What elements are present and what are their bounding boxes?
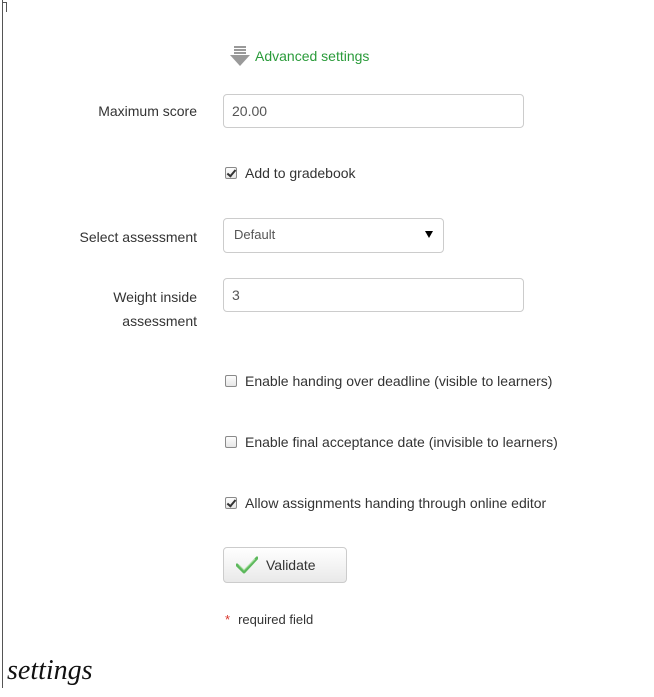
checkbox-unchecked-icon[interactable] [225, 375, 237, 387]
checkbox-unchecked-icon[interactable] [225, 436, 237, 448]
corner-tick-vertical [6, 2, 7, 12]
assessment-select-value: Default [234, 227, 276, 242]
validate-label: Validate [266, 557, 316, 573]
add-gradebook-checkbox[interactable]: Add to gradebook [225, 165, 356, 181]
add-gradebook-label: Add to gradebook [245, 165, 356, 181]
advanced-settings-link[interactable]: Advanced settings [229, 45, 369, 67]
checkbox-checked-icon[interactable] [225, 167, 237, 179]
weight-input[interactable] [223, 278, 524, 312]
required-text: required field [238, 612, 314, 627]
deadline-label: Enable handing over deadline (visible to… [245, 373, 553, 389]
check-icon [236, 556, 258, 574]
section-title: settings [7, 655, 93, 686]
download-arrow-icon [230, 46, 250, 66]
final-acceptance-checkbox[interactable]: Enable final acceptance date (invisible … [225, 434, 558, 450]
left-border-line-bottom [2, 660, 3, 688]
deadline-checkbox[interactable]: Enable handing over deadline (visible to… [225, 373, 552, 389]
weight-label-line2: assessment [122, 313, 197, 329]
max-score-input[interactable] [223, 94, 524, 128]
caret-down-icon [425, 231, 433, 238]
assessment-select[interactable]: Default [223, 218, 444, 253]
max-score-label: Maximum score [98, 103, 197, 119]
validate-button[interactable]: Validate [223, 547, 347, 583]
select-assessment-label: Select assessment [79, 229, 198, 245]
advanced-settings-label: Advanced settings [255, 48, 370, 64]
required-star: * [225, 612, 231, 627]
checkbox-checked-icon[interactable] [225, 497, 237, 509]
required-note: * required field [225, 612, 313, 627]
final-acceptance-label: Enable final acceptance date (invisible … [245, 434, 558, 450]
weight-label-line1: Weight inside [113, 289, 197, 305]
online-editor-checkbox[interactable]: Allow assignments handing through online… [225, 495, 546, 511]
online-editor-label: Allow assignments handing through online… [245, 495, 547, 511]
left-border-line [2, 0, 3, 660]
